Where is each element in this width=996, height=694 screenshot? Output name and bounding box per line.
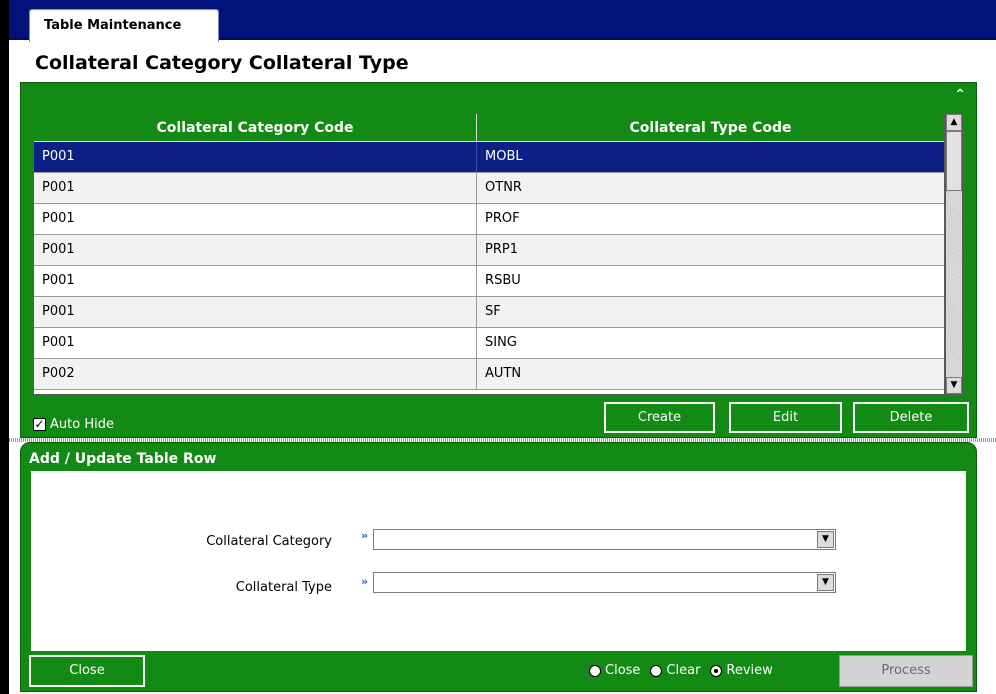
auto-hide-checkbox[interactable]: ✓ (33, 418, 46, 431)
tab-table-maintenance[interactable]: Table Maintenance (29, 9, 219, 42)
form-panel: Add / Update Table Row Collateral Catego… (20, 442, 977, 692)
radio-clear[interactable]: Clear (650, 663, 700, 678)
column-header-type[interactable]: Collateral Type Code (477, 114, 944, 141)
cell-category: P001 (34, 266, 478, 296)
data-grid: Collateral Category Code Collateral Type… (33, 113, 945, 395)
cell-type: PRP1 (485, 242, 519, 257)
close-button[interactable]: Close (29, 655, 145, 687)
collateral-type-select[interactable]: ▼ (373, 572, 836, 593)
cell-type: SING (485, 335, 517, 350)
radio-review[interactable]: Review (710, 663, 773, 678)
grid-panel: ⌃ Collateral Category Code Collateral Ty… (20, 82, 977, 438)
scroll-up-arrow-icon[interactable]: ▲ (946, 114, 962, 131)
grid-scrollbar[interactable]: ▲ ▼ (945, 113, 963, 395)
double-chevron-up-icon[interactable]: ⌃ (954, 87, 966, 103)
radio-close[interactable]: Close (589, 663, 640, 678)
table-row[interactable]: P001 SING (34, 328, 944, 359)
auto-hide-label: Auto Hide (50, 417, 114, 432)
cell-type: AUTN (485, 366, 522, 381)
page-title: Collateral Category Collateral Type (35, 52, 409, 74)
collateral-type-label: Collateral Type (235, 580, 332, 595)
cell-type: PROF (485, 211, 520, 226)
cell-category: P001 (34, 142, 478, 172)
cell-type: OTNR (485, 180, 522, 195)
action-radio-group: Close Clear Review (589, 663, 773, 678)
edit-button[interactable]: Edit (729, 402, 842, 433)
radio-review-label: Review (726, 663, 773, 678)
top-bar: Table Maintenance (9, 0, 996, 42)
form-title: Add / Update Table Row (29, 451, 217, 467)
table-row[interactable]: P001 SF (34, 297, 944, 328)
cell-type: RSBU (485, 273, 521, 288)
table-row[interactable]: P001 RSBU (34, 266, 944, 297)
table-row[interactable]: P001 MOBL (34, 142, 944, 173)
table-row[interactable]: P001 OTNR (34, 173, 944, 204)
column-header-category[interactable]: Collateral Category Code (34, 114, 478, 141)
scroll-down-arrow-icon[interactable]: ▼ (946, 377, 962, 394)
table-row[interactable]: P001 PRP1 (34, 235, 944, 266)
cell-type: SF (485, 304, 501, 319)
cell-category: P001 (34, 173, 478, 203)
cell-category: P001 (34, 297, 478, 327)
collateral-category-label: Collateral Category (206, 534, 332, 549)
cell-category: P001 (34, 328, 478, 358)
scrollbar-thumb[interactable] (946, 131, 962, 191)
auto-hide-option[interactable]: ✓ Auto Hide (33, 417, 114, 432)
required-indicator-icon: » (361, 575, 369, 588)
dropdown-arrow-icon[interactable]: ▼ (817, 531, 834, 548)
table-row[interactable]: P002 AUTN (34, 359, 944, 390)
create-button[interactable]: Create (604, 402, 715, 433)
window-left-edge (0, 0, 9, 694)
form-body: Collateral Category » ▼ Collateral Type … (31, 471, 966, 651)
cell-category: P001 (34, 235, 478, 265)
dropdown-arrow-icon[interactable]: ▼ (817, 574, 834, 591)
cell-category: P002 (34, 359, 478, 389)
collateral-category-select[interactable]: ▼ (373, 529, 836, 550)
delete-button[interactable]: Delete (853, 402, 969, 433)
required-indicator-icon: » (361, 529, 369, 542)
cell-category: P001 (34, 204, 478, 234)
grid-header: Collateral Category Code Collateral Type… (34, 114, 944, 142)
radio-review-dot[interactable] (710, 664, 723, 677)
radio-close-label: Close (605, 663, 641, 678)
radio-clear-label: Clear (666, 663, 701, 678)
process-button[interactable]: Process (839, 655, 973, 687)
radio-clear-dot[interactable] (650, 664, 663, 677)
table-row[interactable]: P001 PROF (34, 204, 944, 235)
cell-type: MOBL (485, 149, 523, 164)
radio-close-dot[interactable] (589, 664, 601, 677)
